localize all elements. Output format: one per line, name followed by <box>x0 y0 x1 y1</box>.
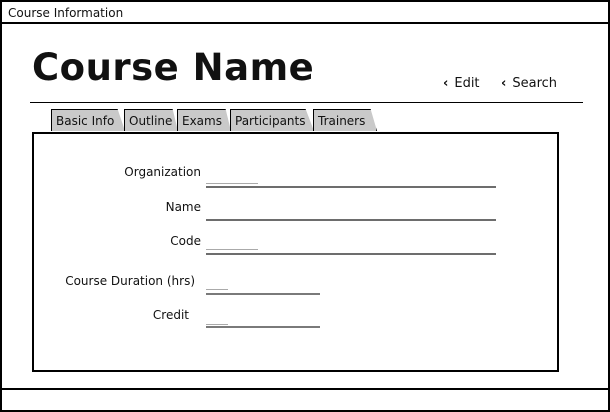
course-name-heading: Course Name <box>32 46 315 89</box>
code-label: Code <box>170 234 201 248</box>
name-field[interactable] <box>206 219 496 221</box>
window-title: Course Information <box>2 2 608 24</box>
tab-exams[interactable]: Exams <box>177 109 231 131</box>
name-label: Name <box>165 200 201 214</box>
course-duration-field[interactable] <box>206 293 320 295</box>
code-field-hint <box>206 249 258 250</box>
course-information-window: Course Information Course Name ‹ Edit ‹ … <box>0 0 610 412</box>
credit-field[interactable] <box>206 326 320 328</box>
credit-field-hint <box>206 324 228 325</box>
course-duration-label: Course Duration (hrs) <box>65 274 195 288</box>
header-divider <box>30 102 583 103</box>
status-bar <box>2 388 608 390</box>
search-link[interactable]: ‹ Search <box>501 76 557 91</box>
tab-basic-info[interactable]: Basic Info <box>51 109 125 131</box>
organization-field[interactable] <box>206 186 496 188</box>
chevron-left-icon: ‹ <box>501 76 507 91</box>
chevron-left-icon: ‹ <box>443 76 449 91</box>
organization-field-hint <box>206 183 258 184</box>
code-field[interactable] <box>206 253 496 255</box>
tab-trainers[interactable]: Trainers <box>313 109 377 131</box>
organization-label: Organization <box>124 165 201 179</box>
course-duration-field-hint <box>206 289 228 290</box>
search-link-label: Search <box>512 76 558 91</box>
edit-link[interactable]: ‹ Edit <box>443 76 480 91</box>
credit-label: Credit <box>152 308 189 322</box>
tab-outline[interactable]: Outline <box>124 109 178 131</box>
tab-participants[interactable]: Participants <box>230 109 314 131</box>
edit-link-label: Edit <box>454 76 480 91</box>
basic-info-panel: Organization Name Code Course Duration (… <box>32 132 559 372</box>
